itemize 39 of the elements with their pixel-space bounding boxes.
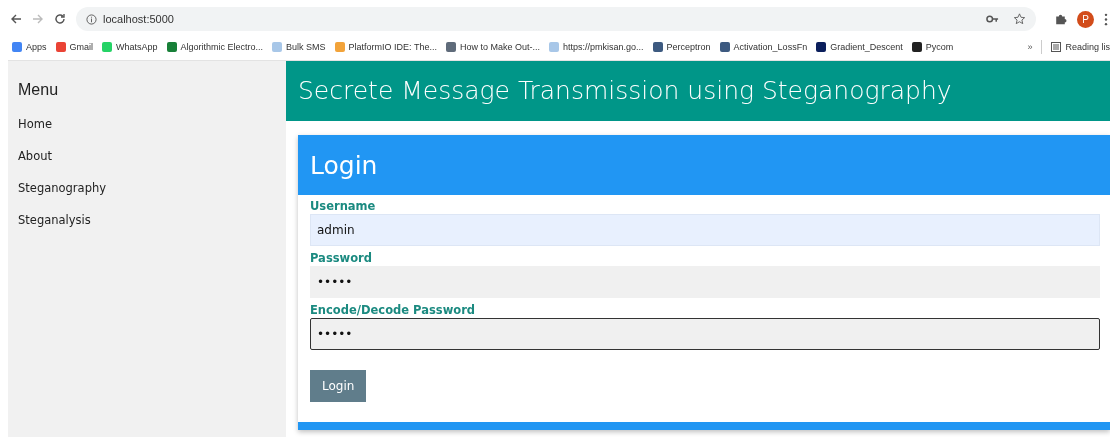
field-label: Encode/Decode Password <box>310 302 476 318</box>
bookmark[interactable]: Apps <box>12 42 47 52</box>
overflow-chevron[interactable]: » <box>1027 42 1033 52</box>
menu-link[interactable]: Steganalysis <box>18 213 286 245</box>
menu-link[interactable]: Steganography <box>18 181 286 213</box>
bookmark[interactable]: WhatsApp <box>102 42 158 52</box>
input-field[interactable]: ••••• <box>310 318 1100 350</box>
input-field[interactable]: ••••• <box>310 266 1100 298</box>
menu-link[interactable]: Home <box>18 117 286 149</box>
bookmark[interactable]: Activation_LossFn <box>719 42 808 52</box>
bookmark[interactable]: Bulk SMS <box>272 42 326 52</box>
back-icon[interactable] <box>10 13 22 25</box>
star-icon[interactable] <box>1013 13 1026 25</box>
bookmark[interactable]: Pycom <box>911 42 954 52</box>
url-text: localhost:5000 <box>103 13 174 25</box>
bookmark[interactable]: PlatformIO IDE: The... <box>334 42 437 52</box>
reading-list-button[interactable]: Reading lis <box>1051 42 1110 52</box>
login-button[interactable]: Login <box>310 370 367 402</box>
info-icon <box>86 13 97 25</box>
bookmark[interactable]: Perceptron <box>652 42 711 52</box>
list-icon <box>1051 42 1062 52</box>
menu-link[interactable]: About <box>18 149 286 181</box>
bookmark[interactable]: Algorithmic Electro... <box>166 42 264 52</box>
key-icon[interactable] <box>986 13 999 25</box>
sidebar-title: Menu <box>18 81 60 99</box>
bookmark[interactable]: Gradient_Descent <box>816 42 903 52</box>
bookmark[interactable]: How to Make Out-... <box>446 42 540 52</box>
field-label: Password <box>310 250 372 266</box>
page-header: Secrete Message Transmission using Steganography <box>286 61 1110 121</box>
address-bar[interactable]: localhost:5000 <box>76 7 1036 31</box>
card-title: Login <box>298 135 1110 195</box>
reload-icon[interactable] <box>54 13 66 25</box>
bookmark[interactable]: Gmail <box>55 42 94 52</box>
puzzle-icon[interactable] <box>1054 13 1067 25</box>
menu-icon[interactable] <box>1104 12 1108 26</box>
profile-avatar[interactable]: P <box>1077 10 1094 28</box>
bookmark[interactable]: https://pmkisan.go... <box>549 42 644 52</box>
input-field[interactable]: admin <box>310 214 1100 246</box>
field-label: Username <box>310 198 376 214</box>
